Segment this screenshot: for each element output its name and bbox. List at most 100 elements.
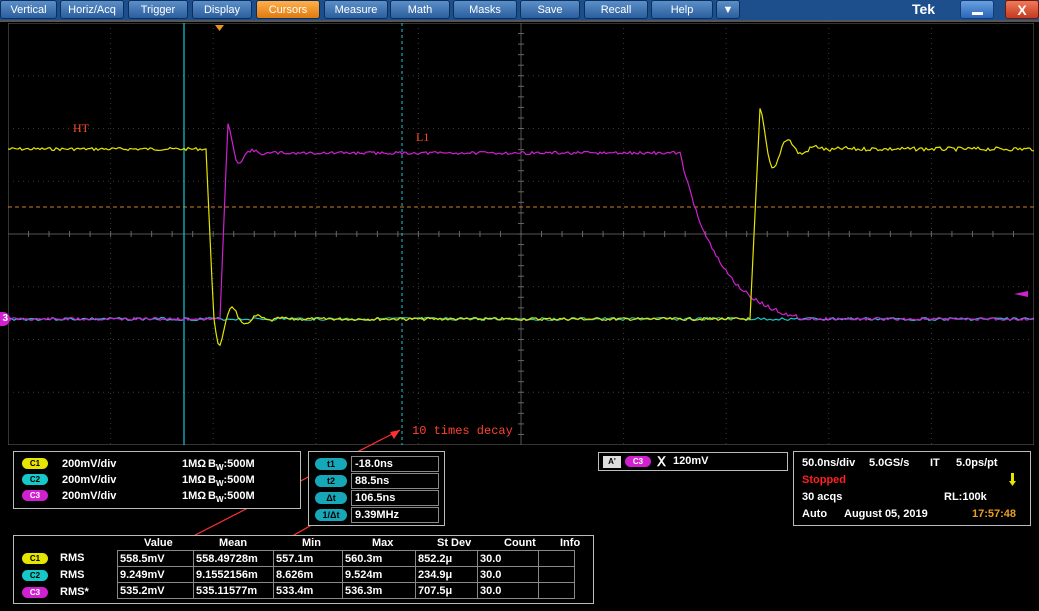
header-min: Min bbox=[302, 537, 321, 549]
measurements-table: 558.5mV 558.49728m 557.1m 560.3m 852.2μ … bbox=[117, 550, 575, 599]
header-max: Max bbox=[372, 537, 394, 549]
sample-rate: 5.0GS/s bbox=[869, 457, 910, 469]
menu-horiz-acq[interactable]: Horiz/Acq bbox=[60, 0, 124, 19]
cell-max: 560.3m bbox=[342, 550, 416, 567]
cell-value: 558.5mV bbox=[117, 550, 194, 567]
minimize-button[interactable] bbox=[960, 0, 994, 19]
cell-max: 9.524m bbox=[342, 566, 416, 583]
trigger-mode: Auto bbox=[802, 508, 828, 520]
badge-c1[interactable]: C1 bbox=[22, 458, 48, 469]
cell-min: 557.1m bbox=[273, 550, 343, 567]
badge-c2: C2 bbox=[22, 570, 48, 581]
cursor-value: 88.5ns bbox=[351, 473, 439, 489]
cell-min: 533.4m bbox=[273, 582, 343, 599]
cell-count: 30.0 bbox=[477, 566, 539, 583]
badge-c1: C1 bbox=[22, 553, 48, 564]
cell-min: 8.626m bbox=[273, 566, 343, 583]
channel-row-c2[interactable]: C2 200mV/div 1MΩ BW:500M bbox=[20, 473, 300, 488]
channel-row-c1[interactable]: C1 200mV/div 1MΩ BW:500M bbox=[20, 457, 300, 472]
menu-recall[interactable]: Recall bbox=[584, 0, 648, 19]
menu-math[interactable]: Math bbox=[390, 0, 450, 19]
badge-c3: C3 bbox=[22, 587, 48, 598]
record-length: RL:100k bbox=[944, 491, 987, 503]
acquisition-count: 30 acqs bbox=[802, 491, 843, 503]
annotation-text: 10 times decay bbox=[412, 424, 513, 438]
header-stdev: St Dev bbox=[437, 537, 472, 549]
timebase: 50.0ns/div bbox=[802, 457, 856, 469]
header-info: Info bbox=[560, 537, 581, 549]
channel-row-c3[interactable]: C3 200mV/div 1MΩ BW:500M bbox=[20, 489, 300, 504]
close-button[interactable]: X bbox=[1005, 0, 1039, 19]
cell-max: 536.3m bbox=[342, 582, 416, 599]
cursor-label: Δt bbox=[315, 492, 347, 504]
cell-mean: 9.1552156m bbox=[193, 566, 274, 583]
table-row[interactable]: 535.2mV 535.11577m 533.4m 536.3m 707.5μ … bbox=[117, 582, 575, 599]
cell-stdev: 852.2μ bbox=[415, 550, 478, 567]
cell-info bbox=[538, 550, 575, 567]
trigger-source-badge: C3 bbox=[625, 456, 651, 467]
acquisition-status-panel[interactable]: 50.0ns/div 5.0GS/s IT 5.0ps/pt Stopped 3… bbox=[793, 451, 1031, 526]
acquisition-state: Stopped bbox=[802, 474, 846, 486]
cursor-readout-panel[interactable]: t1 -18.0ns t2 88.5ns Δt 106.5ns 1/Δt 9.3… bbox=[308, 451, 445, 526]
channel-scale: 200mV/div bbox=[62, 474, 117, 486]
date: August 05, 2019 bbox=[844, 508, 928, 520]
cell-mean: 535.11577m bbox=[193, 582, 274, 599]
cell-stdev: 234.9μ bbox=[415, 566, 478, 583]
measurement-name: RMS* bbox=[60, 586, 89, 598]
menu-measure[interactable]: Measure bbox=[324, 0, 388, 19]
measurement-name: RMS bbox=[60, 552, 85, 564]
table-row[interactable]: 558.5mV 558.49728m 557.1m 560.3m 852.2μ … bbox=[117, 550, 575, 567]
label-ht: HT bbox=[73, 121, 90, 135]
channel-scale: 200mV/div bbox=[62, 490, 117, 502]
minimize-icon bbox=[972, 12, 983, 15]
menu-vertical[interactable]: Vertical bbox=[0, 0, 57, 19]
channel-impedance: 1MΩ bbox=[182, 474, 207, 486]
acq-mode: IT bbox=[930, 457, 940, 469]
channel-bw: BW:500M bbox=[208, 490, 255, 505]
time: 17:57:48 bbox=[972, 508, 1017, 520]
trigger-type-badge: A' bbox=[603, 456, 621, 468]
badge-c3[interactable]: C3 bbox=[22, 490, 48, 501]
menu-trigger[interactable]: Trigger bbox=[128, 0, 188, 19]
cursor-label: t1 bbox=[315, 458, 347, 470]
run-indicator-icon bbox=[1009, 473, 1016, 486]
header-mean: Mean bbox=[219, 537, 248, 549]
menu-save[interactable]: Save bbox=[520, 0, 580, 19]
menu-more-dropdown[interactable]: ▼ bbox=[716, 0, 740, 19]
channel-settings-panel: C1 200mV/div 1MΩ BW:500M C2 200mV/div 1M… bbox=[13, 451, 301, 509]
header-value: Value bbox=[144, 537, 173, 549]
cell-value: 535.2mV bbox=[117, 582, 194, 599]
trigger-readout-panel[interactable]: A' C3 Ⅹ 120mV bbox=[598, 452, 788, 471]
badge-c2[interactable]: C2 bbox=[22, 474, 48, 485]
cell-info bbox=[538, 582, 575, 599]
cursor-value: 106.5ns bbox=[351, 490, 439, 506]
cell-mean: 558.49728m bbox=[193, 550, 274, 567]
cell-count: 30.0 bbox=[477, 582, 539, 599]
channel-scale: 200mV/div bbox=[62, 458, 117, 470]
resolution: 5.0ps/pt bbox=[956, 457, 998, 469]
cell-stdev: 707.5μ bbox=[415, 582, 478, 599]
measurement-name: RMS bbox=[60, 569, 85, 581]
menu-display[interactable]: Display bbox=[192, 0, 252, 19]
cell-count: 30.0 bbox=[477, 550, 539, 567]
table-row[interactable]: 9.249mV 9.1552156m 8.626m 9.524m 234.9μ … bbox=[117, 566, 575, 583]
trigger-level: 120mV bbox=[673, 455, 709, 467]
trigger-slope-icon: Ⅹ bbox=[657, 454, 666, 469]
label-l1: L1 bbox=[416, 130, 429, 144]
cursor-label: t2 bbox=[315, 475, 347, 487]
cursor-value: 9.39MHz bbox=[351, 507, 439, 523]
cell-info bbox=[538, 566, 575, 583]
graticule[interactable]: HT L1 10 times decay bbox=[8, 23, 1034, 445]
channel-impedance: 1MΩ bbox=[182, 458, 207, 470]
menu-cursors[interactable]: Cursors bbox=[256, 0, 320, 19]
cell-value: 9.249mV bbox=[117, 566, 194, 583]
channel-impedance: 1MΩ bbox=[182, 490, 207, 502]
menu-masks[interactable]: Masks bbox=[453, 0, 517, 19]
measurements-panel[interactable]: Value Mean Min Max St Dev Count Info C1 … bbox=[13, 535, 594, 604]
cursor-value: -18.0ns bbox=[351, 456, 439, 472]
brand-logo: Tek bbox=[912, 1, 936, 17]
cursor-label: 1/Δt bbox=[315, 509, 347, 521]
header-count: Count bbox=[504, 537, 536, 549]
menu-help[interactable]: Help bbox=[651, 0, 713, 19]
menu-bar: Vertical Horiz/Acq Trigger Display Curso… bbox=[0, 0, 1039, 20]
